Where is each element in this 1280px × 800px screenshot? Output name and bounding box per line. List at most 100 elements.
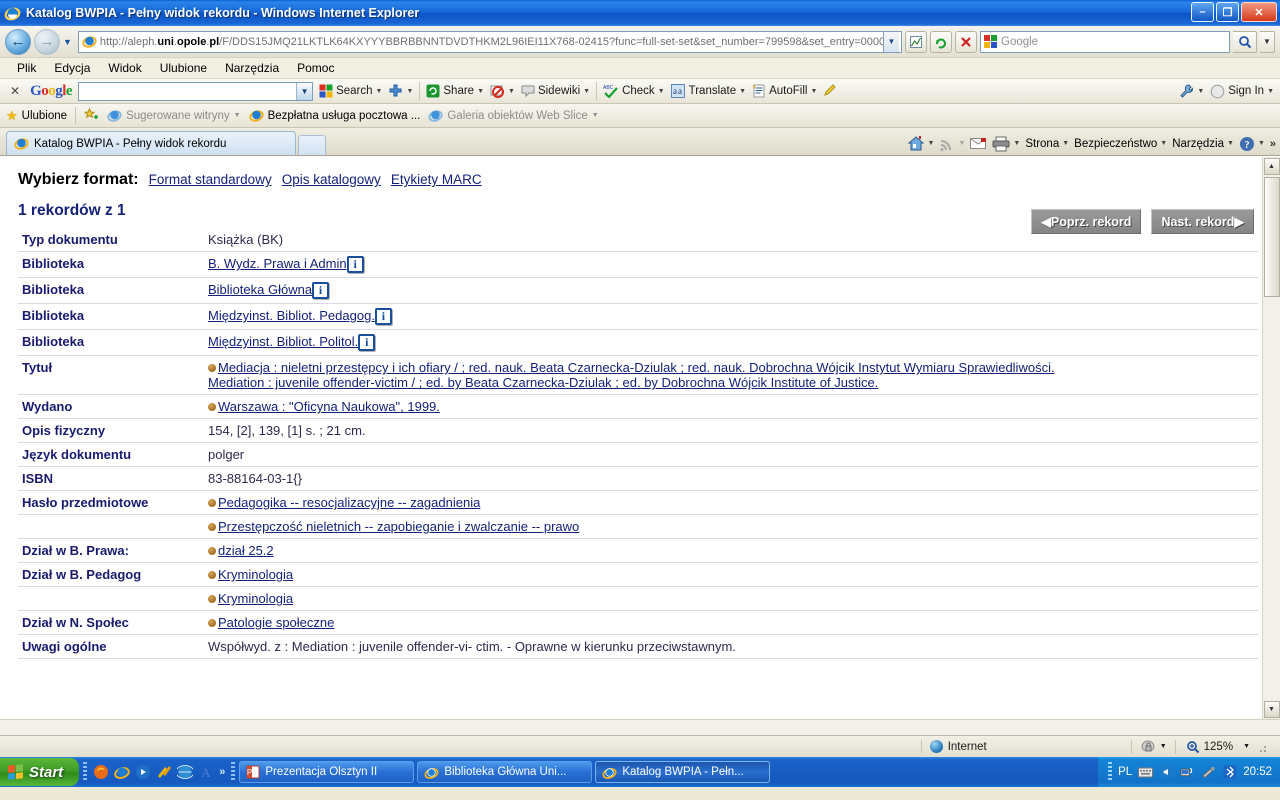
volume-icon[interactable] bbox=[1159, 765, 1174, 780]
chevron-down-icon[interactable]: ▼ bbox=[583, 88, 590, 95]
new-tab-button[interactable] bbox=[298, 135, 326, 155]
stop-button[interactable] bbox=[955, 30, 977, 53]
language-indicator[interactable]: PL bbox=[1118, 766, 1132, 778]
chevron-down-icon[interactable]: ▼ bbox=[1267, 88, 1274, 95]
link-opis-katalogowy[interactable]: Opis katalogowy bbox=[282, 172, 381, 187]
bluetooth-icon[interactable] bbox=[1222, 765, 1237, 780]
link-etykiety-marc[interactable]: Etykiety MARC bbox=[391, 172, 482, 187]
ie-search-go-button[interactable] bbox=[1233, 30, 1257, 53]
chevron-down-icon[interactable]: ▼ bbox=[958, 140, 965, 147]
help-button[interactable]: ? ▼ bbox=[1239, 136, 1265, 152]
google-settings-button[interactable]: ▼ bbox=[1179, 84, 1204, 99]
taskbar-button-katalog[interactable]: Katalog BWPIA - Pełn... bbox=[595, 761, 771, 783]
subject-link[interactable]: Przestępczość nieletnich -- zapobieganie… bbox=[218, 519, 579, 534]
refresh-button[interactable] bbox=[930, 30, 952, 53]
menu-item-edycja[interactable]: Edycja bbox=[45, 61, 99, 75]
library-link[interactable]: B. Wydz. Prawa i Admin bbox=[208, 256, 347, 271]
ie-search-provider-caret[interactable]: ▼ bbox=[1260, 30, 1275, 53]
library-link[interactable]: Biblioteka Główna bbox=[208, 282, 312, 297]
google-signin-button[interactable]: Sign In ▼ bbox=[1210, 84, 1274, 99]
link-format-standardowy[interactable]: Format standardowy bbox=[149, 172, 272, 187]
library-link[interactable]: Międzyinst. Bibliot. Pedagog. bbox=[208, 308, 375, 323]
font-viewer-icon[interactable]: A bbox=[198, 764, 214, 780]
library-link[interactable]: Międzyinst. Bibliot. Politol. bbox=[208, 334, 358, 349]
resize-grip[interactable] bbox=[1254, 740, 1268, 754]
scroll-up-button[interactable]: ▲ bbox=[1263, 158, 1280, 175]
google-search-button[interactable]: Search ▼ bbox=[319, 84, 382, 98]
taskbar-button-prezentacja[interactable]: P Prezentacja Olsztyn II bbox=[239, 761, 415, 783]
google-autofill-button[interactable]: AutoFill ▼ bbox=[752, 84, 817, 98]
taskbar-button-biblioteka[interactable]: Biblioteka Główna Uni... bbox=[417, 761, 593, 783]
favorites-item-free-mail[interactable]: Bezpłatna usługa pocztowa ... bbox=[248, 108, 420, 123]
add-to-favorites-bar-button[interactable] bbox=[84, 108, 99, 123]
google-sidewiki-button[interactable]: Sidewiki ▼ bbox=[521, 84, 590, 98]
chevron-down-icon[interactable]: ▼ bbox=[1258, 140, 1265, 147]
chevron-down-icon[interactable]: ▼ bbox=[592, 112, 599, 119]
keyboard-icon[interactable] bbox=[1138, 765, 1154, 780]
clock[interactable]: 20:52 bbox=[1243, 766, 1272, 778]
info-icon[interactable]: i bbox=[312, 282, 330, 300]
section-link[interactable]: Kryminologia bbox=[218, 567, 293, 582]
google-search-input[interactable]: ▼ bbox=[78, 81, 314, 101]
scroll-thumb[interactable] bbox=[1263, 177, 1280, 297]
prev-record-button[interactable]: ◀Poprz. rekord bbox=[1031, 209, 1142, 234]
address-input[interactable]: http://aleph.uni.opole.pl/F/DDS15JMQ21LK… bbox=[77, 30, 902, 53]
info-icon[interactable]: i bbox=[358, 334, 376, 352]
zoom-control[interactable]: 125% ▼ bbox=[1174, 739, 1280, 754]
menu-item-widok[interactable]: Widok bbox=[99, 61, 150, 75]
chevron-down-icon[interactable]: ▼ bbox=[1227, 140, 1234, 147]
ie-search-input[interactable]: Google bbox=[980, 30, 1230, 53]
menu-item-narzedzia[interactable]: Narzędzia bbox=[216, 61, 288, 75]
section-link[interactable]: Patologie społeczne bbox=[218, 615, 334, 630]
chevron-down-icon[interactable]: ▼ bbox=[477, 88, 484, 95]
home-button[interactable]: ▼ bbox=[907, 135, 934, 152]
forward-button[interactable]: → bbox=[34, 28, 60, 55]
address-history-caret[interactable]: ▼ bbox=[883, 31, 899, 52]
tab-katalog-bwpia[interactable]: Katalog BWPIA - Pełny widok rekordu bbox=[6, 131, 296, 155]
title-link[interactable]: Mediacja : nieletni przestępcy i ich ofi… bbox=[218, 360, 1055, 375]
mail-button[interactable] bbox=[970, 137, 987, 150]
tools-menu-button[interactable]: Narzędzia ▼ bbox=[1172, 138, 1234, 150]
back-button[interactable]: ← bbox=[5, 28, 31, 55]
chevron-down-icon[interactable]: ▼ bbox=[1243, 743, 1250, 750]
chevron-down-icon[interactable]: ▼ bbox=[1062, 140, 1069, 147]
chevron-down-icon[interactable]: ▼ bbox=[1197, 88, 1204, 95]
page-menu-button[interactable]: Strona ▼ bbox=[1025, 138, 1069, 150]
title-alt-link[interactable]: Mediation : juvenile offender-victim / ;… bbox=[208, 375, 878, 390]
chevron-down-icon[interactable]: ▼ bbox=[810, 88, 817, 95]
usb-icon[interactable] bbox=[1201, 765, 1216, 780]
google-popup-blocker-button[interactable]: ▼ bbox=[490, 84, 515, 99]
menu-item-ulubione[interactable]: Ulubione bbox=[151, 61, 216, 75]
favorites-button[interactable]: ★ Ulubione bbox=[6, 108, 67, 124]
quick-launch-overflow-icon[interactable]: » bbox=[219, 766, 225, 778]
favorites-item-suggested-sites[interactable]: Sugerowane witryny ▼ bbox=[107, 108, 241, 123]
minimize-button[interactable]: – bbox=[1191, 2, 1214, 22]
google-translate-button[interactable]: a a Translate ▼ bbox=[670, 84, 746, 98]
security-zone[interactable]: Internet bbox=[920, 740, 1131, 753]
chevron-down-icon[interactable]: ▼ bbox=[1160, 140, 1167, 147]
menu-item-plik[interactable]: Plik bbox=[8, 61, 45, 75]
section-link[interactable]: Kryminologia bbox=[218, 591, 293, 606]
google-highlight-button[interactable] bbox=[823, 84, 839, 98]
protected-mode-indicator[interactable]: ▼ bbox=[1130, 739, 1175, 754]
section-link[interactable]: dział 25.2 bbox=[218, 543, 274, 558]
favorites-item-web-slice-gallery[interactable]: Galeria obiektów Web Slice ▼ bbox=[428, 108, 599, 123]
info-icon[interactable]: i bbox=[374, 308, 392, 326]
network-icon[interactable] bbox=[1180, 765, 1195, 780]
chevron-down-icon[interactable]: ▼ bbox=[234, 112, 241, 119]
publisher-link[interactable]: Warszawa : "Oficyna Naukowa", 1999. bbox=[218, 399, 440, 414]
scroll-down-button[interactable]: ▼ bbox=[1263, 701, 1280, 718]
next-record-button[interactable]: Nast. rekord▶ bbox=[1151, 209, 1254, 234]
chevron-down-icon[interactable]: ▼ bbox=[376, 88, 383, 95]
globe-browser-icon[interactable] bbox=[177, 764, 194, 780]
chevron-down-icon[interactable]: ▼ bbox=[508, 88, 515, 95]
google-plus-button[interactable]: ▼ bbox=[388, 84, 413, 99]
info-icon[interactable]: i bbox=[346, 256, 364, 274]
maximize-button[interactable]: ❐ bbox=[1216, 2, 1239, 22]
google-share-button[interactable]: Share ▼ bbox=[426, 84, 484, 98]
chevron-down-icon[interactable]: ▼ bbox=[1013, 140, 1020, 147]
subject-link[interactable]: Pedagogika -- resocjalizacyjne -- zagadn… bbox=[218, 495, 480, 510]
close-button[interactable]: ✕ bbox=[1241, 2, 1277, 22]
firefox-icon[interactable] bbox=[93, 764, 109, 780]
chevron-down-icon[interactable]: ▼ bbox=[739, 88, 746, 95]
